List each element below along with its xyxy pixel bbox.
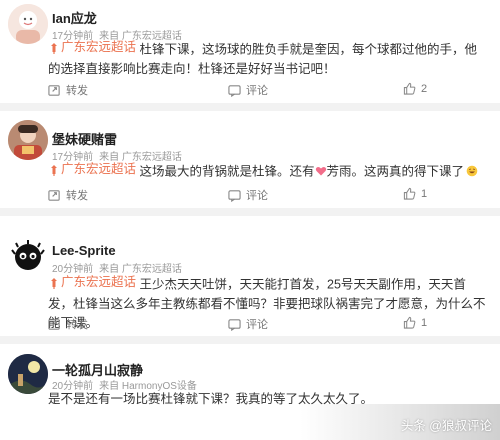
post-text: 广东宏远超话 杜锋下课，这场球的胜负手就是奎因，每个球都过他的手，他的选择直接影…: [48, 38, 478, 76]
avatar[interactable]: [8, 120, 48, 160]
comment-button[interactable]: 评论: [228, 187, 268, 203]
thumbs-up-icon: [403, 82, 416, 95]
laughing-emoji-icon: [466, 165, 478, 176]
avatar[interactable]: [8, 236, 48, 276]
thumbs-up-icon: [403, 316, 416, 329]
separator: [0, 103, 500, 111]
username[interactable]: Lee-Sprite: [52, 243, 116, 258]
forward-button[interactable]: 转发: [48, 316, 88, 332]
topic-link[interactable]: 广东宏远超话: [48, 273, 136, 292]
post-1: Ian应龙 17分钟前 来自 广东宏远超话 广东宏远超话 杜锋下课，这场球的胜负手…: [0, 0, 500, 103]
post-actions: 转发 评论 1: [48, 187, 488, 205]
post-actions: 转发 评论 1: [48, 316, 488, 334]
super-topic-icon: [51, 42, 57, 54]
post-actions: 转发 评论 2: [48, 82, 488, 100]
like-count: 2: [421, 82, 428, 95]
comment-button[interactable]: 评论: [228, 82, 268, 98]
super-topic-icon: [51, 164, 57, 176]
forward-button[interactable]: 转发: [48, 187, 88, 203]
forward-button[interactable]: 转发: [48, 82, 88, 98]
like-count: 1: [421, 187, 428, 200]
heart-emoji-icon: [315, 166, 326, 175]
comment-icon: [228, 189, 241, 202]
separator: [0, 336, 500, 344]
like-button[interactable]: 1: [403, 187, 427, 200]
comment-icon: [228, 84, 241, 97]
thumbs-up-icon: [403, 187, 416, 200]
avatar[interactable]: [8, 4, 48, 44]
post-text: 广东宏远超话 这场最大的背锅就是杜锋。还有 芳雨。这两真的得下课了: [48, 160, 486, 182]
post-3: Lee-Sprite 20分钟前 来自 广东宏远超话 广东宏远超话 王少杰天天吐饼…: [0, 216, 500, 336]
like-count: 1: [421, 316, 428, 329]
topic-link[interactable]: 广东宏远超话: [48, 160, 136, 179]
forward-icon: [48, 318, 60, 330]
super-topic-icon: [51, 277, 57, 289]
username[interactable]: 堡妹硬赌雷: [52, 129, 117, 148]
comment-button[interactable]: 评论: [228, 316, 268, 332]
forward-icon: [48, 189, 60, 201]
like-button[interactable]: 2: [403, 82, 427, 95]
post-2: 堡妹硬赌雷 17分钟前 来自 广东宏远超话 广东宏远超话 这场最大的背锅就是杜锋。…: [0, 111, 500, 208]
username[interactable]: Ian应龙: [52, 8, 97, 27]
topic-link[interactable]: 广东宏远超话: [48, 38, 136, 57]
watermark: 头条 @狼叔评论: [400, 419, 492, 433]
avatar[interactable]: [8, 354, 48, 394]
like-button[interactable]: 1: [403, 316, 427, 329]
comment-icon: [228, 318, 241, 331]
forward-icon: [48, 84, 60, 96]
separator: [0, 208, 500, 216]
